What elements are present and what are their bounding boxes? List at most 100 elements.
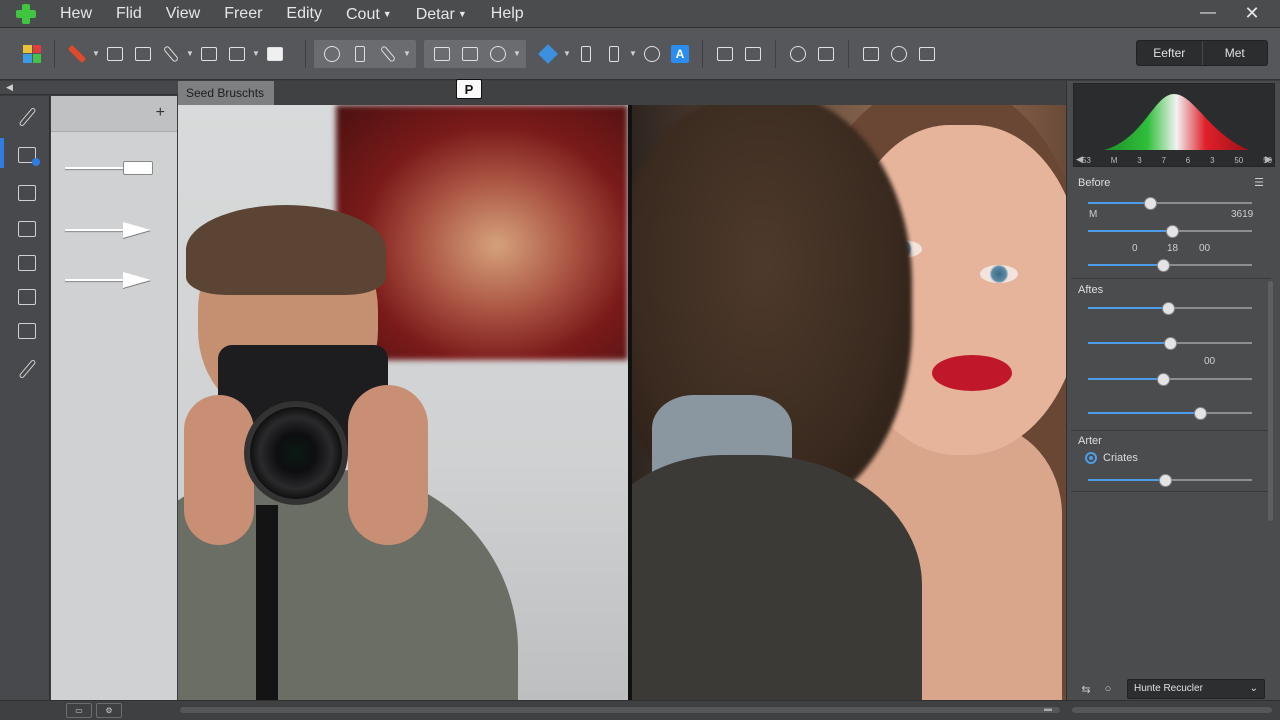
document-tab[interactable]: Seed Bruschts	[178, 81, 274, 105]
target-button[interactable]	[638, 40, 666, 68]
adjust-tool[interactable]	[14, 250, 40, 276]
split-tool[interactable]	[14, 180, 40, 206]
menu-item-freer[interactable]: Freer	[212, 0, 274, 28]
smudge-tool[interactable]	[14, 356, 40, 382]
list-button[interactable]	[261, 40, 289, 68]
menu-item-view[interactable]: View	[154, 0, 212, 28]
menu-item-hew[interactable]: Hew	[48, 0, 104, 28]
horizontal-scrollbar[interactable]	[180, 707, 1060, 713]
clone-tool[interactable]	[14, 318, 40, 344]
rotate-button[interactable]	[784, 40, 812, 68]
menu-item-help[interactable]: Help	[479, 0, 536, 28]
after-slider-2[interactable]	[1088, 337, 1252, 350]
arter-slider[interactable]	[1088, 474, 1252, 487]
radio-button[interactable]	[1085, 452, 1097, 464]
before-slider-3[interactable]	[1088, 259, 1252, 272]
slider-knob[interactable]	[1144, 197, 1158, 210]
slider-knob[interactable]	[1159, 474, 1173, 487]
slider-knob[interactable]	[1193, 407, 1207, 420]
brush-stroke-icon	[65, 229, 127, 231]
active-tool-indicator	[0, 138, 4, 168]
circle-icon[interactable]: ○	[1097, 683, 1119, 695]
settings-button[interactable]: ⚙	[96, 703, 122, 718]
page-button[interactable]	[572, 40, 600, 68]
radio-option[interactable]: Criates	[1085, 452, 1138, 464]
slider-knob[interactable]	[1162, 302, 1176, 315]
eraser-tool[interactable]	[14, 216, 40, 242]
frame-button[interactable]	[223, 40, 251, 68]
slider-knob[interactable]	[1165, 225, 1179, 238]
heal-button[interactable]	[484, 40, 512, 68]
flip-button[interactable]	[534, 40, 562, 68]
stamp-button[interactable]	[101, 40, 129, 68]
text-button[interactable]: A	[666, 40, 694, 68]
people-button[interactable]	[913, 40, 941, 68]
chevron-down-icon[interactable]: ▼	[91, 49, 101, 58]
slider-knob[interactable]	[1157, 373, 1171, 386]
open-folder-button[interactable]	[129, 40, 157, 68]
after-slider-1[interactable]	[1088, 302, 1252, 315]
chevron-down-icon[interactable]: ▼	[512, 49, 522, 58]
chevron-right-icon[interactable]: ▶	[1265, 154, 1272, 165]
chevron-down-icon[interactable]: ▼	[251, 49, 261, 58]
transform-button[interactable]	[456, 40, 484, 68]
slider-label: M	[1089, 209, 1098, 220]
crop-button[interactable]	[346, 40, 374, 68]
layers-button[interactable]	[195, 40, 223, 68]
after-slider-3[interactable]	[1088, 373, 1252, 386]
collapse-left-icon[interactable]: ◀	[6, 82, 13, 93]
link-icon[interactable]: ⇆	[1075, 683, 1097, 696]
section-divider	[1071, 491, 1271, 492]
slider-knob[interactable]	[1157, 259, 1171, 272]
slider-knob[interactable]	[1164, 337, 1177, 350]
panel-horizontal-scrollbar[interactable]	[1072, 707, 1272, 713]
chevron-down-icon[interactable]: ▼	[402, 49, 412, 58]
brush-tool[interactable]	[14, 104, 40, 130]
line-button[interactable]	[374, 40, 402, 68]
pencil-button[interactable]	[63, 40, 91, 68]
pen-button[interactable]	[157, 40, 185, 68]
color-palette-button[interactable]	[18, 40, 46, 68]
window-button[interactable]	[428, 40, 456, 68]
menu-item-cout[interactable]: Cout ▼	[334, 0, 404, 28]
close-button[interactable]: ✕	[1230, 0, 1274, 28]
brush-preset-arrow-2[interactable]	[65, 270, 155, 290]
keyboard-button[interactable]: ▭	[66, 703, 92, 718]
menu-item-flid[interactable]: Flid	[104, 0, 154, 28]
document-button[interactable]	[857, 40, 885, 68]
resize-icon[interactable]: ▬	[1044, 704, 1052, 713]
panel-scrollbar[interactable]	[1268, 281, 1273, 521]
app-logo-icon[interactable]	[16, 3, 36, 24]
image-canvas[interactable]	[178, 105, 1066, 700]
menu-item-edity[interactable]: Edity	[274, 0, 334, 28]
heal-icon	[490, 45, 506, 62]
minimize-button[interactable]: —	[1186, 0, 1230, 28]
adjustments-panel: ◀ 53 M 3 7 6 3 50 50 ▶ Before ☰ M 3619 0…	[1066, 81, 1280, 700]
zoom-button[interactable]	[885, 40, 913, 68]
brush-panel: +	[51, 96, 177, 700]
chevron-down-icon[interactable]: ▼	[628, 49, 638, 58]
add-brush-icon[interactable]: +	[156, 104, 165, 122]
lock-button[interactable]	[600, 40, 628, 68]
export-button[interactable]	[812, 40, 840, 68]
before-slider-2[interactable]	[1088, 225, 1252, 238]
chevron-down-icon[interactable]: ▼	[185, 49, 195, 58]
toolbar-divider	[305, 39, 306, 68]
brush-preset-arrow[interactable]	[65, 220, 155, 240]
after-slider-4[interactable]	[1088, 407, 1252, 420]
lasso-tool[interactable]	[14, 284, 40, 310]
before-slider-1[interactable]	[1088, 197, 1252, 210]
chevron-down-icon[interactable]: ▼	[562, 49, 572, 58]
image-button[interactable]	[739, 40, 767, 68]
cloud-button[interactable]	[711, 40, 739, 68]
gear-button[interactable]	[318, 40, 346, 68]
stamp-tool[interactable]	[14, 142, 40, 168]
menu-icon[interactable]: ☰	[1254, 176, 1264, 189]
preset-select[interactable]: Hunte Recucler ⌄	[1127, 679, 1265, 699]
camera-lens	[244, 401, 348, 505]
menu-item-detar[interactable]: Detar ▼	[404, 0, 479, 28]
brush-icon	[18, 106, 36, 128]
brush-preset-flat[interactable]	[65, 158, 155, 178]
mode-after-button[interactable]: Met	[1203, 41, 1268, 65]
mode-before-button[interactable]: Eefter	[1137, 41, 1203, 65]
